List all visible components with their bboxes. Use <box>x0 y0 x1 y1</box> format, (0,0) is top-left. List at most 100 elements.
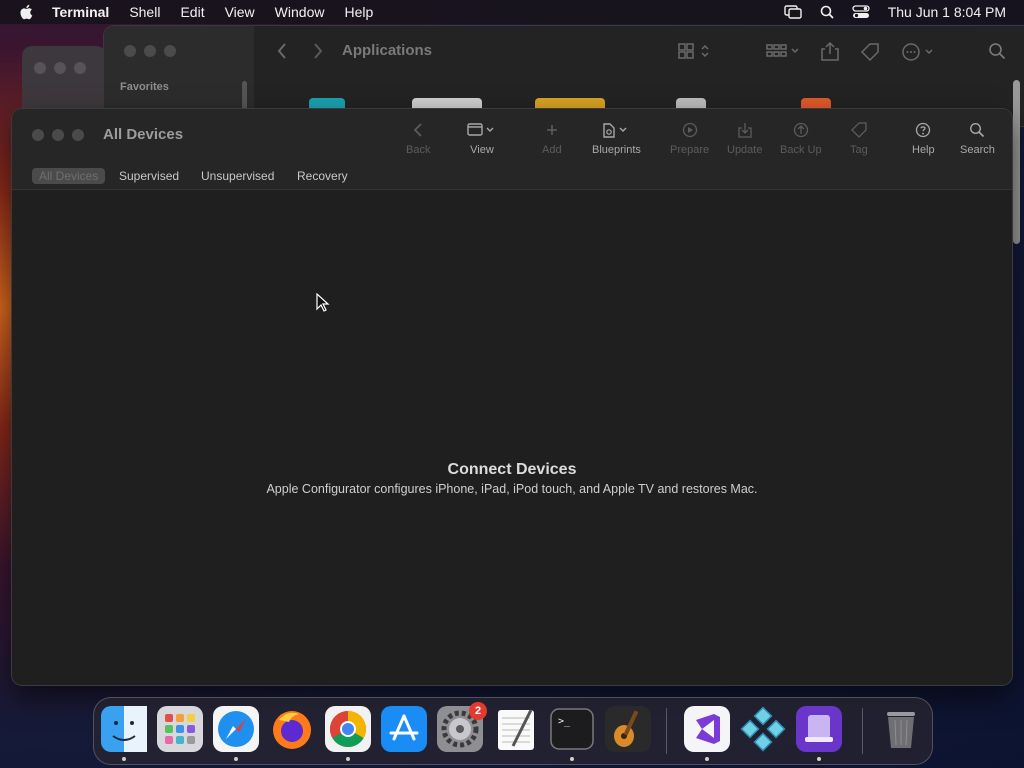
trash-icon <box>887 712 915 748</box>
plus-icon <box>546 125 557 135</box>
apple-menu-icon[interactable] <box>18 3 36 21</box>
tab-recovery[interactable]: Recovery <box>290 168 355 184</box>
toolbar-label: Blueprints <box>592 144 641 156</box>
app-thumbnail[interactable] <box>412 98 482 108</box>
icon-view-icon[interactable] <box>678 42 714 60</box>
tag-icon <box>850 122 867 138</box>
group-icon[interactable] <box>766 42 802 60</box>
dock: >_ <box>93 697 933 765</box>
tab-unsupervised[interactable]: Unsupervised <box>194 168 281 184</box>
dock-finder[interactable] <box>101 706 147 752</box>
sidebar-heading-favorites: Favorites <box>120 81 169 93</box>
dock-garageband[interactable] <box>605 706 651 752</box>
dock-separator <box>666 708 667 754</box>
minimize-button[interactable] <box>144 45 156 57</box>
chevron-right-icon[interactable] <box>312 42 324 60</box>
chevron-left-icon[interactable] <box>276 42 288 60</box>
finder-scrollbar[interactable] <box>1013 80 1020 244</box>
tab-supervised[interactable]: Supervised <box>112 168 186 184</box>
dock-visual-studio[interactable] <box>684 706 730 752</box>
dock-firefox[interactable] <box>269 706 315 752</box>
svg-text:>_: >_ <box>558 716 571 727</box>
zoom-button[interactable] <box>164 45 176 57</box>
menu-edit[interactable]: Edit <box>180 4 204 20</box>
more-actions-icon[interactable] <box>901 42 937 62</box>
dock-terminal[interactable]: >_ <box>549 706 595 752</box>
dock-separator <box>862 708 863 754</box>
toolbar-search-button[interactable]: Search <box>960 121 995 156</box>
help-icon <box>916 122 931 138</box>
toolbar-view-button[interactable]: View <box>467 121 497 156</box>
toolbar-label: View <box>470 144 494 156</box>
share-icon[interactable] <box>821 42 839 62</box>
dock-app-store[interactable] <box>381 706 427 752</box>
app-store-icon <box>381 706 427 752</box>
menu-help[interactable]: Help <box>344 4 373 20</box>
background-window[interactable] <box>22 46 106 116</box>
running-indicator <box>346 757 350 761</box>
search-icon[interactable] <box>988 42 1006 60</box>
dock-chrome[interactable] <box>325 706 371 752</box>
toolbar-backup-button[interactable]: Back Up <box>780 121 822 156</box>
devices-content-area[interactable]: Connect Devices Apple Configurator confi… <box>12 190 1012 685</box>
menu-shell[interactable]: Shell <box>129 4 160 20</box>
toolbar-label: Back <box>406 144 431 156</box>
toolbar-blueprints-button[interactable]: Blueprints <box>592 121 641 156</box>
traffic-light <box>54 62 66 74</box>
ppsspp-icon <box>740 706 786 752</box>
configurator-window[interactable]: All Devices Back View Add Blueprints Pre… <box>12 109 1012 685</box>
menu-app-name[interactable]: Terminal <box>52 4 109 20</box>
prepare-icon <box>682 122 697 138</box>
window-toolbar: All Devices Back View Add Blueprints Pre… <box>12 109 1012 164</box>
toolbar-back-button[interactable]: Back <box>406 121 430 156</box>
app-thumbnail[interactable] <box>676 98 706 108</box>
minimize-button[interactable] <box>52 129 64 141</box>
dock-trash[interactable] <box>878 706 924 752</box>
dock-apple-configurator[interactable] <box>796 706 842 752</box>
dock-safari[interactable] <box>213 706 259 752</box>
toolbar-label: Prepare <box>670 144 710 156</box>
toolbar-label: Update <box>727 144 763 156</box>
running-indicator <box>234 757 238 761</box>
scope-bar: All Devices Supervised Unsupervised Reco… <box>12 164 1012 190</box>
visual-studio-icon <box>684 706 730 752</box>
toolbar-tag-button[interactable]: Tag <box>850 121 868 156</box>
tag-icon[interactable] <box>860 42 880 62</box>
toolbar-prepare-button[interactable]: Prepare <box>670 121 709 156</box>
terminal-icon: >_ <box>550 708 594 750</box>
launchpad-icon <box>157 706 203 752</box>
running-indicator <box>570 757 574 761</box>
toolbar-label: Add <box>542 144 562 156</box>
finder-icon <box>101 706 147 752</box>
app-thumbnail[interactable] <box>801 98 831 108</box>
window-icon <box>467 123 494 136</box>
menu-window[interactable]: Window <box>275 4 325 20</box>
menu-view[interactable]: View <box>225 4 255 20</box>
toolbar-add-button[interactable]: Add <box>542 121 562 156</box>
toolbar-update-button[interactable]: Update <box>727 121 762 156</box>
chrome-icon <box>325 706 371 752</box>
toolbar-help-button[interactable]: Help <box>912 121 935 156</box>
traffic-light <box>74 62 86 74</box>
empty-state-title: Connect Devices <box>447 461 577 478</box>
control-center-icon[interactable] <box>852 5 870 19</box>
dock-textedit[interactable] <box>493 706 539 752</box>
window-title: All Devices <box>103 126 184 143</box>
close-button[interactable] <box>124 45 136 57</box>
screen-mirroring-icon[interactable] <box>784 5 802 19</box>
guitar-icon <box>605 706 651 752</box>
traffic-light <box>34 62 46 74</box>
dock-ppsspp[interactable] <box>740 706 786 752</box>
menu-clock[interactable]: Thu Jun 1 8:04 PM <box>888 4 1006 20</box>
notification-badge: 2 <box>469 702 487 720</box>
zoom-button[interactable] <box>72 129 84 141</box>
close-button[interactable] <box>32 129 44 141</box>
firefox-icon <box>273 711 311 749</box>
spotlight-search-icon[interactable] <box>820 5 834 19</box>
toolbar-label: Back Up <box>780 144 822 156</box>
tab-all-devices[interactable]: All Devices <box>32 168 106 184</box>
app-thumbnail[interactable] <box>535 98 605 108</box>
toolbar-label: Tag <box>850 144 868 156</box>
app-thumbnail[interactable] <box>309 98 345 108</box>
dock-launchpad[interactable] <box>157 706 203 752</box>
